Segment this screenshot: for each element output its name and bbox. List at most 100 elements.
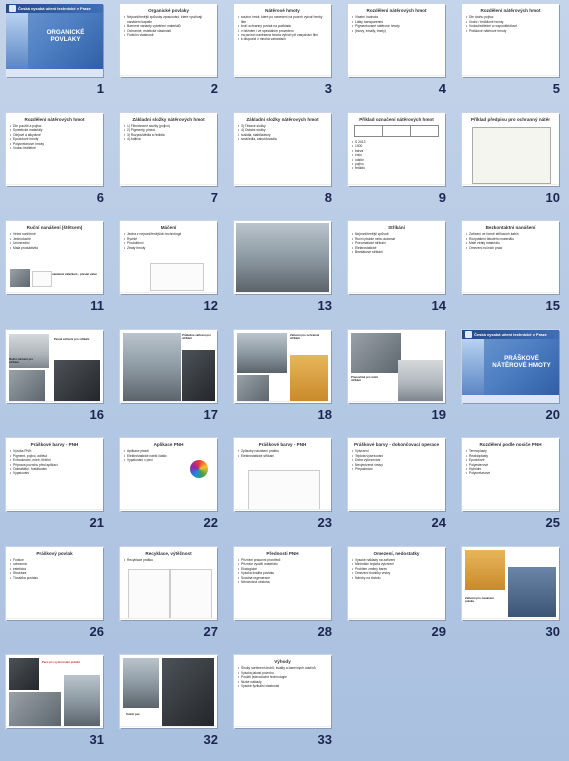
slide-number: 14 <box>431 298 446 313</box>
slide-thumbnail[interactable]: Práškové barvy - PNHZpůsoby nanášení prá… <box>234 438 331 511</box>
slide-bullets: TermoplastyReaktoplastyEpoxidovéPolyeste… <box>462 448 559 476</box>
slide-thumbnail[interactable]: Zařízení pro nanášení prášku <box>462 546 559 620</box>
recycle-diagram <box>170 568 212 619</box>
slide-thumbnail[interactable]: Česká vysoká učení technické v Praze PRÁŠ… <box>462 329 559 403</box>
slide-number: 24 <box>431 515 446 530</box>
slide-number: 4 <box>438 81 446 96</box>
slide-footer <box>6 509 103 510</box>
slide-cell: Základní složky nátěrových hmot1) Filmot… <box>114 109 228 217</box>
slide-thumbnail[interactable]: Rozdělení podle nosiče PNHTermoplastyRea… <box>462 438 559 511</box>
slide-thumbnail[interactable]: StříkáníNejrozšířenější způsobRuční pist… <box>348 221 445 294</box>
slide-thumbnail[interactable]: Ruční nanášení (štětcem)Velmi rozšířenéJ… <box>6 221 103 294</box>
slide-caption: Pracoviště pro ruční stříkání <box>351 374 379 382</box>
slide-thumbnail[interactable]: Pevné zařízení pro stříkání Ruční zařízen… <box>6 329 103 403</box>
table-cell <box>383 125 411 136</box>
oven-photo <box>162 658 214 726</box>
booth-photo <box>398 359 443 401</box>
slide-footer <box>234 75 331 76</box>
slide-thumbnail[interactable]: Nátěrové hmoty soubor hmot, které po nane… <box>234 4 331 77</box>
slide-thumbnail[interactable]: MáčeníJedna z nejrozšířenějších technolo… <box>120 221 217 294</box>
booth-photo <box>508 566 556 617</box>
slide-title: Práškové barvy - PNH <box>30 442 79 447</box>
slide-number: 27 <box>203 623 218 639</box>
slide-number: 1 <box>96 81 104 96</box>
slide-number: 10 <box>545 189 560 205</box>
slide-thumbnail[interactable]: Pece pro vytvrzování prášků <box>6 655 103 728</box>
slide-thumbnail[interactable]: Recyklace, výtěžnost Recyklace prášku <box>120 546 217 620</box>
slide-cell: Aplikace PNHAplikace pistolíElektrostati… <box>114 434 228 542</box>
slide-footer <box>234 509 331 510</box>
slide-thumbnail[interactable]: Práškový povlakFunkceochrannáestetickáSt… <box>6 546 103 620</box>
slide-thumbnail[interactable]: Práškové barvy - PNHVýroba PNHPigment, p… <box>6 438 103 511</box>
slide-thumbnail[interactable]: Rozdělení nátěrových hmotVlastní hodnota… <box>348 4 445 77</box>
slide-thumbnail[interactable]: Aplikace PNHAplikace pistolíElektrostati… <box>120 438 217 511</box>
slide-footer <box>120 183 217 185</box>
slide-bullets: Nejrozšířenější způsoby zpracování, kter… <box>120 14 217 38</box>
slide-footer <box>462 183 559 185</box>
slide-thumbnail[interactable]: Příklad předpisu pro ochranný nátěr <box>462 112 559 186</box>
slide-thumbnail[interactable]: Rozdělení nátěrových hmotDle druhu pojiv… <box>462 4 559 77</box>
slide-thumbnail[interactable]: Omezení, nedostatkyVysoké náklady na zař… <box>348 546 445 620</box>
slide-thumbnail[interactable]: Základní složky nátěrových hmot3) Těkavé… <box>234 112 331 186</box>
slide-cell: VýhodyŠiroký sortiment druhů, kvality a … <box>228 651 342 759</box>
slide-caption: Průběžné zařízení pro stříkání <box>182 332 211 340</box>
bullet-item: Ztráty hmoty <box>124 246 182 251</box>
slide-header: Česká vysoká učení technické v Praze <box>462 329 559 339</box>
slide-cell: Práškové barvy - dokončovací operaceVytv… <box>342 434 456 542</box>
slide-footer <box>234 292 331 293</box>
slide-title: Recyklace, výtěžnost <box>145 550 192 556</box>
slide-thumbnail[interactable]: Bezkontaktní nanášeníZařízení ve formě s… <box>462 221 559 294</box>
bullet-item: Elektrostatické stříkání <box>238 454 296 459</box>
slide-footer <box>6 617 103 619</box>
slide-bullets: Široký sortiment druhů, kvality a barevn… <box>234 665 331 689</box>
oven-photo <box>9 658 39 690</box>
slide-footer <box>348 292 445 293</box>
slide-title: Rozdělení nátěrových hmot <box>24 116 85 122</box>
slide-title: ORGANICKÉ POVLAKY <box>46 29 85 44</box>
slide-title: Ruční nanášení (štětcem) <box>26 225 83 230</box>
slide-thumbnail[interactable]: Pracoviště pro ruční stříkání <box>348 329 445 403</box>
slide-thumbnail[interactable]: Základní složky nátěrových hmot1) Filmot… <box>120 112 217 186</box>
slide-thumbnail[interactable]: Příklad označení nátěrových hmot S 201310… <box>348 112 445 186</box>
slide-bullets: Výroba PNHPigment, pojivo, aditivaExtrud… <box>6 448 103 476</box>
slide-number: 21 <box>89 515 104 530</box>
slide-title: Přednosti PNH <box>266 550 299 556</box>
slide-number: 28 <box>317 623 332 639</box>
bullet-item: Beztlakové stříkání <box>352 250 441 255</box>
slide-thumbnail[interactable]: Organické povlaky Nejrozšířenější způsoby… <box>120 4 217 77</box>
slide-footer <box>348 75 445 76</box>
slide-thumbnail[interactable]: Zařízení pro ochranné stříkání <box>234 329 331 403</box>
booth-photo <box>9 369 45 401</box>
recycle-diagram <box>128 568 170 619</box>
slide-footer-band <box>6 69 103 77</box>
table-cell <box>355 125 383 136</box>
slide-footer <box>348 400 445 402</box>
slide-thumbnail[interactable]: Průběžné zařízení pro stříkání <box>120 329 217 403</box>
bullet-item: Polyuretanové <box>466 471 555 476</box>
slide-number: 25 <box>545 515 560 530</box>
slide-thumbnail[interactable]: Rozdělení nátěrových hmotDle použití a p… <box>6 112 103 186</box>
slide-number: 13 <box>317 298 332 313</box>
slide-thumbnail[interactable]: Česká vysoká učení technické v Praze ORGA… <box>6 4 103 77</box>
bullet-item: Vysoké fyzikální vlastnosti <box>238 684 327 689</box>
slide-footer <box>120 400 217 402</box>
slide-thumbnail[interactable] <box>234 221 331 294</box>
slide-thumbnail[interactable]: Sušicí pec <box>120 655 217 728</box>
slide-cell: Bezkontaktní nanášeníZařízení ve formě s… <box>456 217 569 325</box>
slide-bullets: FunkceochrannáestetickáStrukturaTloušťka… <box>6 557 103 581</box>
slide-title: Příklad předpisu pro ochranný nátěr <box>470 116 551 122</box>
slide-title: PRÁŠKOVÉ NÁTĚROVÉ HMOTY <box>492 354 551 369</box>
slide-number: 26 <box>89 623 104 639</box>
dipping-sketch <box>150 263 204 291</box>
bullet-item: k dispozici v mnoha variantách <box>238 37 327 42</box>
oven-photo <box>9 692 61 726</box>
slide-title: Práškový povlak <box>36 550 73 556</box>
slide-thumbnail[interactable]: Přednosti PNHPříznivé pracovní prostředí… <box>234 546 331 620</box>
slide-title: Rozdělení nátěrových hmot <box>366 8 427 13</box>
slide-thumbnail[interactable]: Práškové barvy - dokončovací operaceVytv… <box>348 438 445 511</box>
slide-thumbnail[interactable]: VýhodyŠiroký sortiment druhů, kvality a … <box>234 655 331 728</box>
oven-photo <box>64 675 100 726</box>
slide-number: 5 <box>552 81 560 96</box>
slide-title: Příklad označení nátěrových hmot <box>359 116 434 122</box>
slide-footer <box>234 617 331 619</box>
